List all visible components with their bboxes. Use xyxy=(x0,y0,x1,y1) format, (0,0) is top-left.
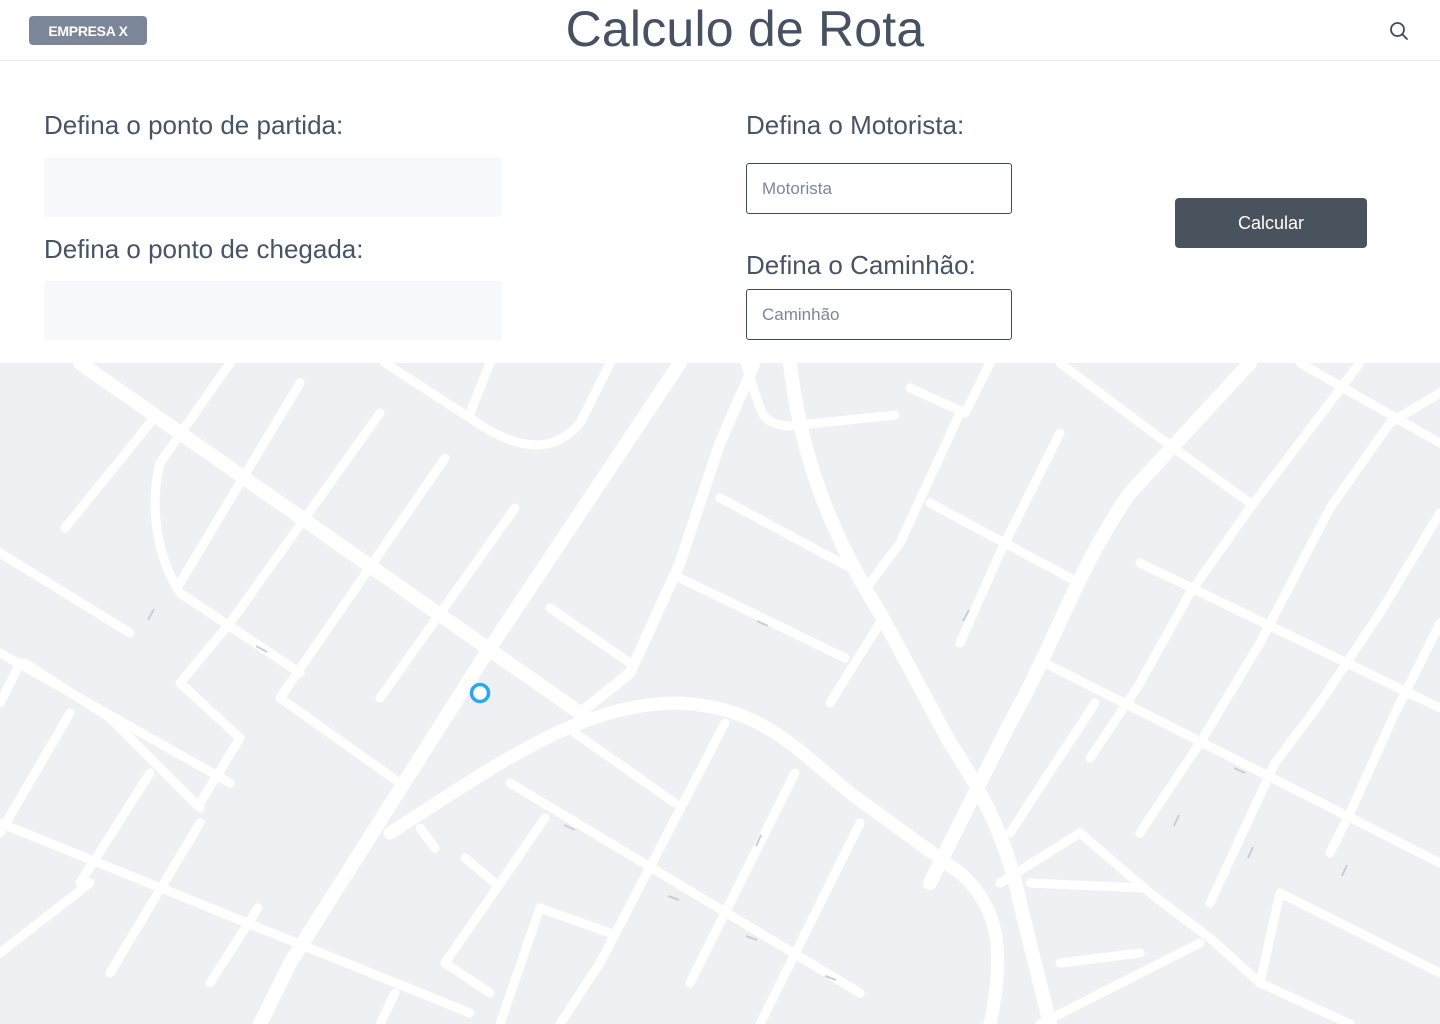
calculate-button[interactable]: Calcular xyxy=(1175,198,1367,248)
truck-input[interactable] xyxy=(746,289,1012,340)
top-bar: EMPRESA X Calculo de Rota xyxy=(0,0,1440,61)
driver-input[interactable] xyxy=(746,163,1012,214)
start-point-label: Defina o ponto de partida: xyxy=(44,110,344,140)
end-point-input[interactable] xyxy=(44,281,502,340)
page-title: Calculo de Rota xyxy=(565,1,925,57)
location-marker-icon[interactable] xyxy=(469,682,491,704)
truck-label: Defina o Caminhão: xyxy=(746,250,976,280)
start-point-input[interactable] xyxy=(44,158,502,217)
search-button[interactable] xyxy=(1388,20,1410,42)
search-icon xyxy=(1390,22,1408,40)
map-roads xyxy=(0,363,1440,1024)
driver-label: Defina o Motorista: xyxy=(746,110,965,140)
route-map[interactable] xyxy=(0,363,1440,1024)
end-point-label: Defina o ponto de chegada: xyxy=(44,234,364,264)
